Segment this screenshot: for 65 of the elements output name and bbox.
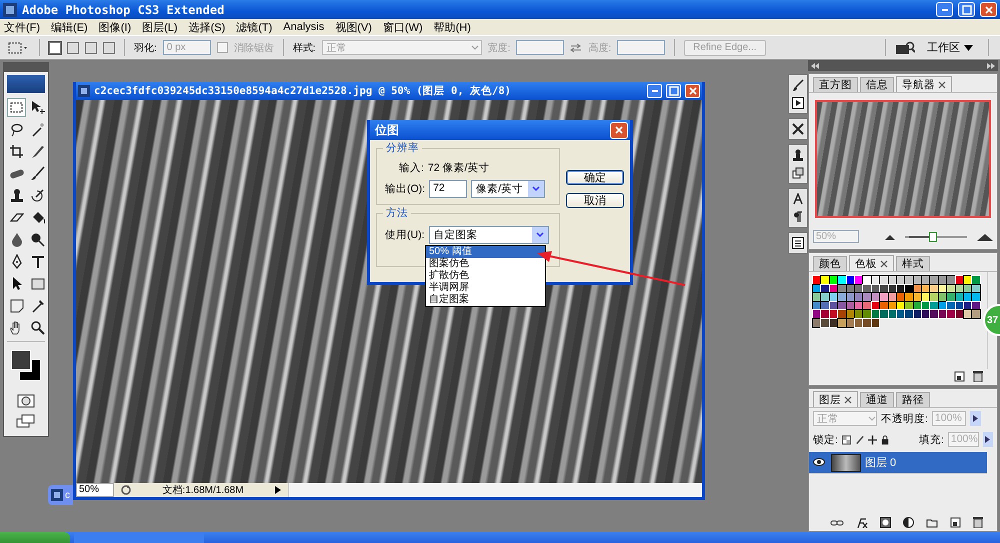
tab-label: 直方图 [819, 78, 852, 92]
tab-label: 路径 [902, 393, 924, 407]
tab-label: 样式 [902, 257, 924, 271]
group-label: 方法 [383, 206, 411, 220]
menu-item[interactable]: 视图(V) [335, 20, 372, 34]
panel-tab[interactable]: 路径 [896, 392, 930, 407]
panel-tab[interactable]: 通道 [860, 392, 894, 407]
unit-value: 像素/英寸 [476, 182, 523, 196]
tab-label: 通道 [866, 393, 888, 407]
panel-tab[interactable]: 样式 [896, 256, 930, 271]
blend-mode-value: 正常 [817, 412, 839, 426]
menu-item[interactable]: 图层(L) [142, 20, 178, 34]
opacity-label: 不透明度: [881, 412, 928, 426]
dropdown-option[interactable]: 图案仿色 [426, 258, 545, 270]
zoom-field[interactable]: 50% [76, 483, 114, 497]
dialog-button[interactable]: 取消 [566, 193, 624, 208]
output-label: 输出(O): [385, 182, 426, 196]
panel-tab[interactable]: 图层 [813, 391, 858, 407]
lock-label: 锁定: [813, 432, 838, 446]
width-label: 宽度: [488, 42, 510, 54]
document-size-info: 文档:1.68M/1.68M [161, 484, 245, 497]
dropdown-option[interactable]: 扩散仿色 [426, 270, 545, 282]
menu-item[interactable]: 滤镜(T) [236, 20, 272, 34]
use-label: 使用(U): [385, 228, 424, 242]
panel-tab[interactable]: 导航器 [896, 76, 952, 92]
dialog-button[interactable]: 确定 [566, 170, 624, 185]
tab-label: 色板 [855, 256, 877, 270]
workspace-button[interactable]: 工作区 [921, 40, 979, 55]
tab-label: 信息 [866, 78, 888, 92]
menu-item[interactable]: 选择(S) [188, 20, 226, 34]
tab-label: 图层 [819, 392, 841, 406]
panel-tab[interactable]: 颜色 [813, 256, 847, 271]
method-value: 自定图案 [434, 228, 478, 242]
tab-label: 导航器 [902, 78, 935, 92]
panel-tab[interactable]: 直方图 [813, 77, 858, 92]
style-value: 正常 [326, 42, 347, 54]
menu-item[interactable]: 编辑(E) [51, 20, 88, 34]
menu-item[interactable]: 图像(I) [98, 20, 132, 34]
style-label: 样式: [292, 42, 316, 54]
layer-row[interactable]: 图层 0 [809, 452, 987, 474]
dropdown-option[interactable]: 自定图案 [426, 294, 545, 306]
menu-item[interactable]: 帮助(H) [434, 20, 471, 34]
layer-name: 图层 0 [865, 456, 896, 470]
group-label: 分辨率 [383, 141, 422, 155]
height-label: 高度: [588, 42, 612, 54]
panel-tab[interactable]: 信息 [860, 77, 894, 92]
feather-label: 羽化: [134, 42, 157, 54]
menu-item[interactable]: 文件(F) [4, 20, 40, 34]
panel-tab[interactable]: 色板 [849, 255, 894, 271]
input-label: 输入: [399, 161, 424, 175]
input-resolution-value: 72 像素/英寸 [428, 161, 490, 175]
dropdown-option[interactable]: 半调网屏 [426, 282, 545, 294]
fill-label: 填充: [918, 432, 944, 446]
dialog-title: 位图 [375, 122, 399, 138]
method-dropdown[interactable]: 自定图案 [428, 226, 548, 244]
app-title: Adobe Photoshop CS3 Extended [22, 2, 226, 16]
unit-dropdown[interactable]: 像素/英寸 [471, 180, 546, 198]
output-field[interactable]: 72 [429, 180, 468, 198]
menu-item[interactable]: 窗口(W) [382, 20, 423, 34]
minimized-document-title: c [65, 490, 70, 500]
antialias-label: 消除锯齿 [234, 42, 274, 54]
menu-item[interactable]: Analysis [283, 21, 324, 33]
tab-label: 颜色 [819, 257, 841, 271]
document-title: c2cec3fdfc039245dc33150e8594a4c27d1e2528.jpg @ 50% (图层 0, 灰色/8) [94, 84, 512, 98]
dropdown-option[interactable]: 50% 阈值 [426, 246, 545, 258]
